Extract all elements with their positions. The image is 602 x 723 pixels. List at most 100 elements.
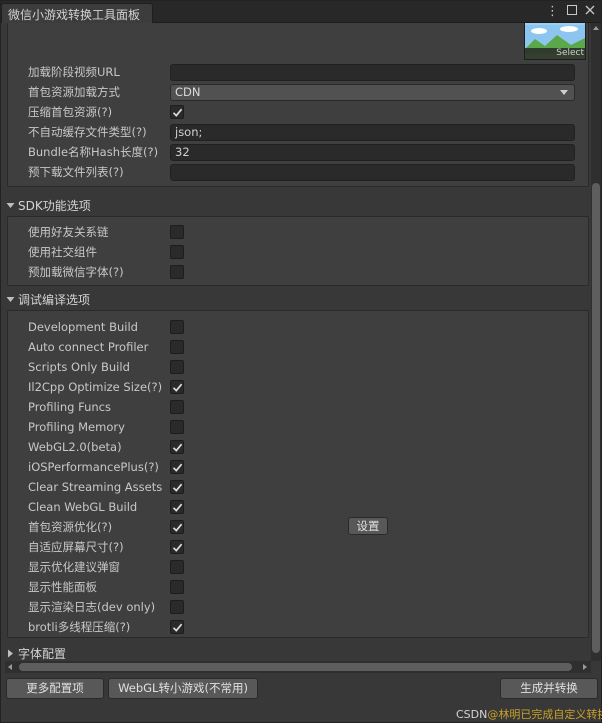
row-debug-option: iOSPerformancePlus(?) xyxy=(28,457,588,477)
row-compress: 压缩首包资源(?) xyxy=(28,102,588,122)
debug-option-checkbox[interactable] xyxy=(170,420,184,434)
scroll-content: Select 加载阶段视频URL 首包资源加载方式 CDN 压缩首包资源(?) … xyxy=(5,23,589,661)
label-wechat-font: 预加载微信字体(?) xyxy=(28,265,124,279)
sdk-section-title: SDK功能选项 xyxy=(18,198,91,213)
debug-option-label: 自适应屏幕尺寸(?) xyxy=(28,540,124,554)
label-hash-length: Bundle名称Hash长度(?) xyxy=(28,145,159,159)
maximize-icon[interactable] xyxy=(567,4,577,20)
debug-option-label: 显示性能面板 xyxy=(28,580,97,594)
build-and-convert-button[interactable]: 生成并转换 xyxy=(500,678,598,699)
compress-checkbox[interactable] xyxy=(170,105,184,119)
title-bar: 微信小游戏转换工具面板 ⋮ xyxy=(1,1,601,23)
label-no-cache-types: 不自动缓存文件类型(?) xyxy=(28,125,147,139)
debug-option-checkbox[interactable] xyxy=(170,460,184,474)
checkmark-icon xyxy=(172,483,183,492)
debug-option-label: WebGL2.0(beta) xyxy=(28,440,122,454)
row-debug-option: 显示优化建议弹窗 xyxy=(28,557,588,577)
checkmark-icon xyxy=(172,108,183,117)
debug-section-header[interactable]: 调试编译选项 xyxy=(5,289,587,309)
vertical-scroll-thumb[interactable] xyxy=(592,183,600,653)
loading-image-thumbnail[interactable]: Select xyxy=(524,23,586,60)
row-debug-option: Development Build xyxy=(28,317,588,337)
debug-option-checkbox[interactable] xyxy=(170,400,184,414)
label-preload-list: 预下载文件列表(?) xyxy=(28,165,124,179)
row-no-cache-types: 不自动缓存文件类型(?) json; xyxy=(28,122,588,142)
friend-chain-checkbox[interactable] xyxy=(170,225,184,239)
watermark: CSDN@林明已完成自定义转换 xyxy=(456,706,602,722)
vertical-scrollbar[interactable] xyxy=(591,23,601,661)
row-debug-option: Profiling Funcs xyxy=(28,397,588,417)
more-config-button[interactable]: 更多配置项 xyxy=(6,678,104,699)
debug-option-checkbox[interactable] xyxy=(170,520,184,534)
debug-option-checkbox[interactable] xyxy=(170,320,184,334)
debug-option-checkbox[interactable] xyxy=(170,580,184,594)
row-preload-list: 预下载文件列表(?) xyxy=(28,162,588,182)
debug-option-checkbox[interactable] xyxy=(170,620,184,634)
horizontal-scroll-thumb[interactable] xyxy=(19,663,572,671)
debug-option-label: Scripts Only Build xyxy=(28,360,130,374)
debug-option-checkbox[interactable] xyxy=(170,360,184,374)
sdk-section: 使用好友关系链 使用社交组件 预加载微信字体(?) xyxy=(7,216,589,286)
checkmark-icon xyxy=(172,463,183,472)
label-friend-chain: 使用好友关系链 xyxy=(28,225,109,239)
debug-section: 设置 Development Build Auto connect Profile… xyxy=(7,310,589,638)
hash-length-input[interactable]: 32 xyxy=(170,143,575,161)
caret-down-icon xyxy=(6,296,15,302)
debug-option-label: Clean WebGL Build xyxy=(28,500,138,514)
debug-option-label: Auto connect Profiler xyxy=(28,340,149,354)
debug-option-checkbox[interactable] xyxy=(170,340,184,354)
window-title: 微信小游戏转换工具面板 xyxy=(8,8,141,22)
caret-down-icon xyxy=(6,202,15,208)
scroll-left-icon[interactable] xyxy=(6,663,14,671)
title-bar-icons: ⋮ xyxy=(546,4,595,20)
font-section-header[interactable]: 字体配置 xyxy=(5,643,587,661)
debug-option-checkbox[interactable] xyxy=(170,600,184,614)
font-section-title: 字体配置 xyxy=(18,646,67,661)
debug-option-checkbox[interactable] xyxy=(170,500,184,514)
horizontal-scrollbar[interactable] xyxy=(5,661,591,673)
converter-panel-window: 微信小游戏转换工具面板 ⋮ Select 加载阶段视频URL 首包资源加载方式 … xyxy=(0,0,602,723)
row-debug-option: 显示性能面板 xyxy=(28,577,588,597)
debug-option-checkbox[interactable] xyxy=(170,560,184,574)
debug-option-checkbox[interactable] xyxy=(170,480,184,494)
social-component-checkbox[interactable] xyxy=(170,245,184,259)
debug-option-checkbox[interactable] xyxy=(170,440,184,454)
scroll-up-icon[interactable] xyxy=(592,23,600,33)
kebab-menu-icon[interactable]: ⋮ xyxy=(546,4,559,20)
no-cache-types-input[interactable]: json; xyxy=(170,123,575,141)
debug-option-checkbox[interactable] xyxy=(170,540,184,554)
debug-option-label: Clear Streaming Assets xyxy=(28,480,163,494)
webgl-convert-button[interactable]: WebGL转小游戏(不常用) xyxy=(108,678,258,699)
row-debug-option: Scripts Only Build xyxy=(28,357,588,377)
watermark-text: @林明已完成自定义转换 xyxy=(487,708,602,721)
row-debug-option: brotli多线程压缩(?) xyxy=(28,617,588,637)
close-icon[interactable] xyxy=(585,4,595,20)
checkmark-icon xyxy=(172,503,183,512)
row-video-url: 加载阶段视频URL xyxy=(28,62,588,82)
label-load-method: 首包资源加载方式 xyxy=(28,85,120,99)
select-label[interactable]: Select xyxy=(525,48,585,59)
debug-option-label: Profiling Memory xyxy=(28,420,125,434)
scroll-right-icon[interactable] xyxy=(581,663,589,671)
checkmark-icon xyxy=(172,623,183,632)
wechat-font-checkbox[interactable] xyxy=(170,265,184,279)
row-debug-option: 显示渲染日志(dev only) xyxy=(28,597,588,617)
row-debug-option: Clean WebGL Build xyxy=(28,497,588,517)
debug-option-label: 首包资源优化(?) xyxy=(28,520,113,534)
row-debug-option: 自适应屏幕尺寸(?) xyxy=(28,537,588,557)
debug-option-checkbox[interactable] xyxy=(170,380,184,394)
basic-settings-section: Select 加载阶段视频URL 首包资源加载方式 CDN 压缩首包资源(?) … xyxy=(7,23,589,187)
load-method-dropdown[interactable]: CDN xyxy=(170,83,575,101)
row-debug-option: Clear Streaming Assets xyxy=(28,477,588,497)
chevron-down-icon xyxy=(560,89,568,95)
checkmark-icon xyxy=(172,543,183,552)
window-tab[interactable]: 微信小游戏转换工具面板 xyxy=(1,3,153,23)
sdk-section-header[interactable]: SDK功能选项 xyxy=(5,195,587,215)
debug-option-label: Profiling Funcs xyxy=(28,400,111,414)
debug-option-label: brotli多线程压缩(?) xyxy=(28,620,131,634)
row-debug-option: Profiling Memory xyxy=(28,417,588,437)
label-social-component: 使用社交组件 xyxy=(28,245,97,259)
preload-list-input[interactable] xyxy=(170,163,575,181)
load-method-value: CDN xyxy=(175,84,201,99)
video-url-input[interactable] xyxy=(170,63,575,81)
